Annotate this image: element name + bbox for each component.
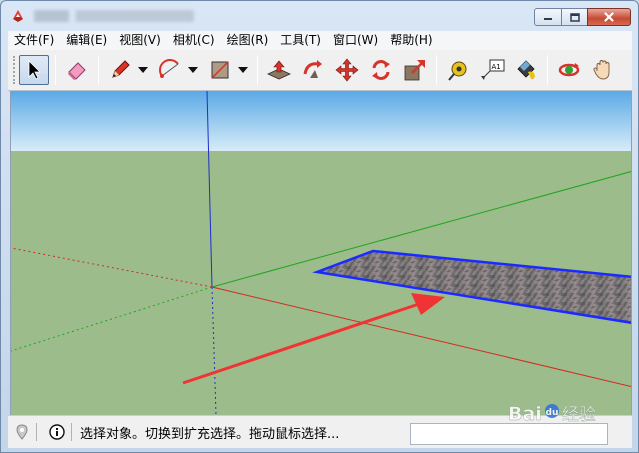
minimize-button[interactable] (534, 8, 562, 26)
arc-dropdown[interactable] (187, 55, 199, 85)
rotate-tool[interactable] (366, 55, 396, 85)
geolocation-status[interactable] (14, 424, 30, 440)
menu-help[interactable]: 帮助(H) (384, 31, 438, 50)
toolbar-separator (547, 55, 548, 85)
sketchup-window: 文件(F) 编辑(E) 视图(V) 相机(C) 绘图(R) 工具(T) 窗口(W) 帮助(H) (0, 0, 639, 453)
toolbar-separator (55, 55, 56, 85)
dropdown-arrow-icon (138, 67, 148, 73)
orbit-icon (558, 63, 580, 77)
select-icon (28, 60, 41, 80)
instructor-button[interactable] (49, 424, 65, 440)
sketchup-logo-icon (13, 10, 23, 22)
status-divider (71, 423, 72, 441)
push-pull-icon (267, 60, 291, 80)
close-icon (604, 12, 614, 22)
title-bar[interactable] (1, 1, 638, 31)
rectangle-dropdown[interactable] (237, 55, 249, 85)
arc-tool[interactable] (155, 55, 185, 85)
select-tool[interactable] (19, 55, 49, 85)
rectangle-tool[interactable] (205, 55, 235, 85)
tape-measure-icon (448, 61, 467, 81)
maximize-icon (569, 12, 580, 22)
move-icon (335, 58, 359, 82)
menu-bar: 文件(F) 编辑(E) 视图(V) 相机(C) 绘图(R) 工具(T) 窗口(W) 帮助(H) (8, 31, 632, 50)
pencil-icon (112, 60, 130, 78)
measurements-field[interactable] (410, 423, 608, 445)
rectangle-icon (211, 61, 229, 79)
move-tool[interactable] (332, 55, 362, 85)
tape-measure-tool[interactable] (443, 55, 473, 85)
pan-icon (593, 60, 610, 80)
main-toolbar: A1 (8, 50, 632, 91)
pan-tool[interactable] (588, 55, 618, 85)
paint-bucket-tool[interactable] (511, 55, 541, 85)
info-icon (49, 424, 65, 440)
sky (11, 91, 631, 151)
dropdown-arrow-icon (238, 67, 248, 73)
status-bar: 选择对象。切换到扩充选择。拖动鼠标选择... (8, 415, 632, 448)
follow-me-icon (303, 60, 322, 78)
minimize-icon (544, 18, 552, 20)
text-tool[interactable]: A1 (477, 55, 507, 85)
scale-tool[interactable] (400, 55, 430, 85)
toolbar-grip[interactable] (13, 56, 17, 84)
toolbar-separator (436, 55, 437, 85)
maximize-button[interactable] (561, 8, 588, 26)
window-title (34, 10, 194, 22)
pencil-tool[interactable] (105, 55, 135, 85)
window-controls (534, 8, 631, 26)
toolbar-separator (257, 55, 258, 85)
pencil-dropdown[interactable] (137, 55, 149, 85)
arc-icon (159, 59, 179, 78)
rotate-icon (372, 60, 390, 80)
eraser-icon (68, 62, 86, 80)
status-message: 选择对象。切换到扩充选择。拖动鼠标选择... (80, 426, 340, 442)
eraser-tool[interactable] (62, 55, 92, 85)
follow-me-tool[interactable] (298, 55, 328, 85)
menu-draw[interactable]: 绘图(R) (221, 31, 275, 50)
menu-window[interactable]: 窗口(W) (327, 31, 384, 50)
status-divider (36, 423, 37, 441)
modeling-viewport[interactable] (10, 91, 632, 415)
text-tool-label: A1 (492, 63, 501, 71)
toolbar-separator (98, 55, 99, 85)
location-pin-icon (16, 424, 28, 440)
paint-bucket-icon (517, 60, 535, 80)
push-pull-tool[interactable] (264, 55, 294, 85)
orbit-tool[interactable] (554, 55, 584, 85)
menu-tools[interactable]: 工具(T) (274, 31, 327, 50)
dropdown-arrow-icon (188, 67, 198, 73)
text-icon: A1 (481, 59, 505, 80)
scale-icon (404, 60, 425, 81)
menu-camera[interactable]: 相机(C) (167, 31, 221, 50)
menu-file[interactable]: 文件(F) (8, 31, 60, 50)
menu-edit[interactable]: 编辑(E) (60, 31, 113, 50)
scene-canvas[interactable] (11, 91, 632, 415)
close-button[interactable] (587, 8, 631, 26)
menu-view[interactable]: 视图(V) (113, 31, 167, 50)
